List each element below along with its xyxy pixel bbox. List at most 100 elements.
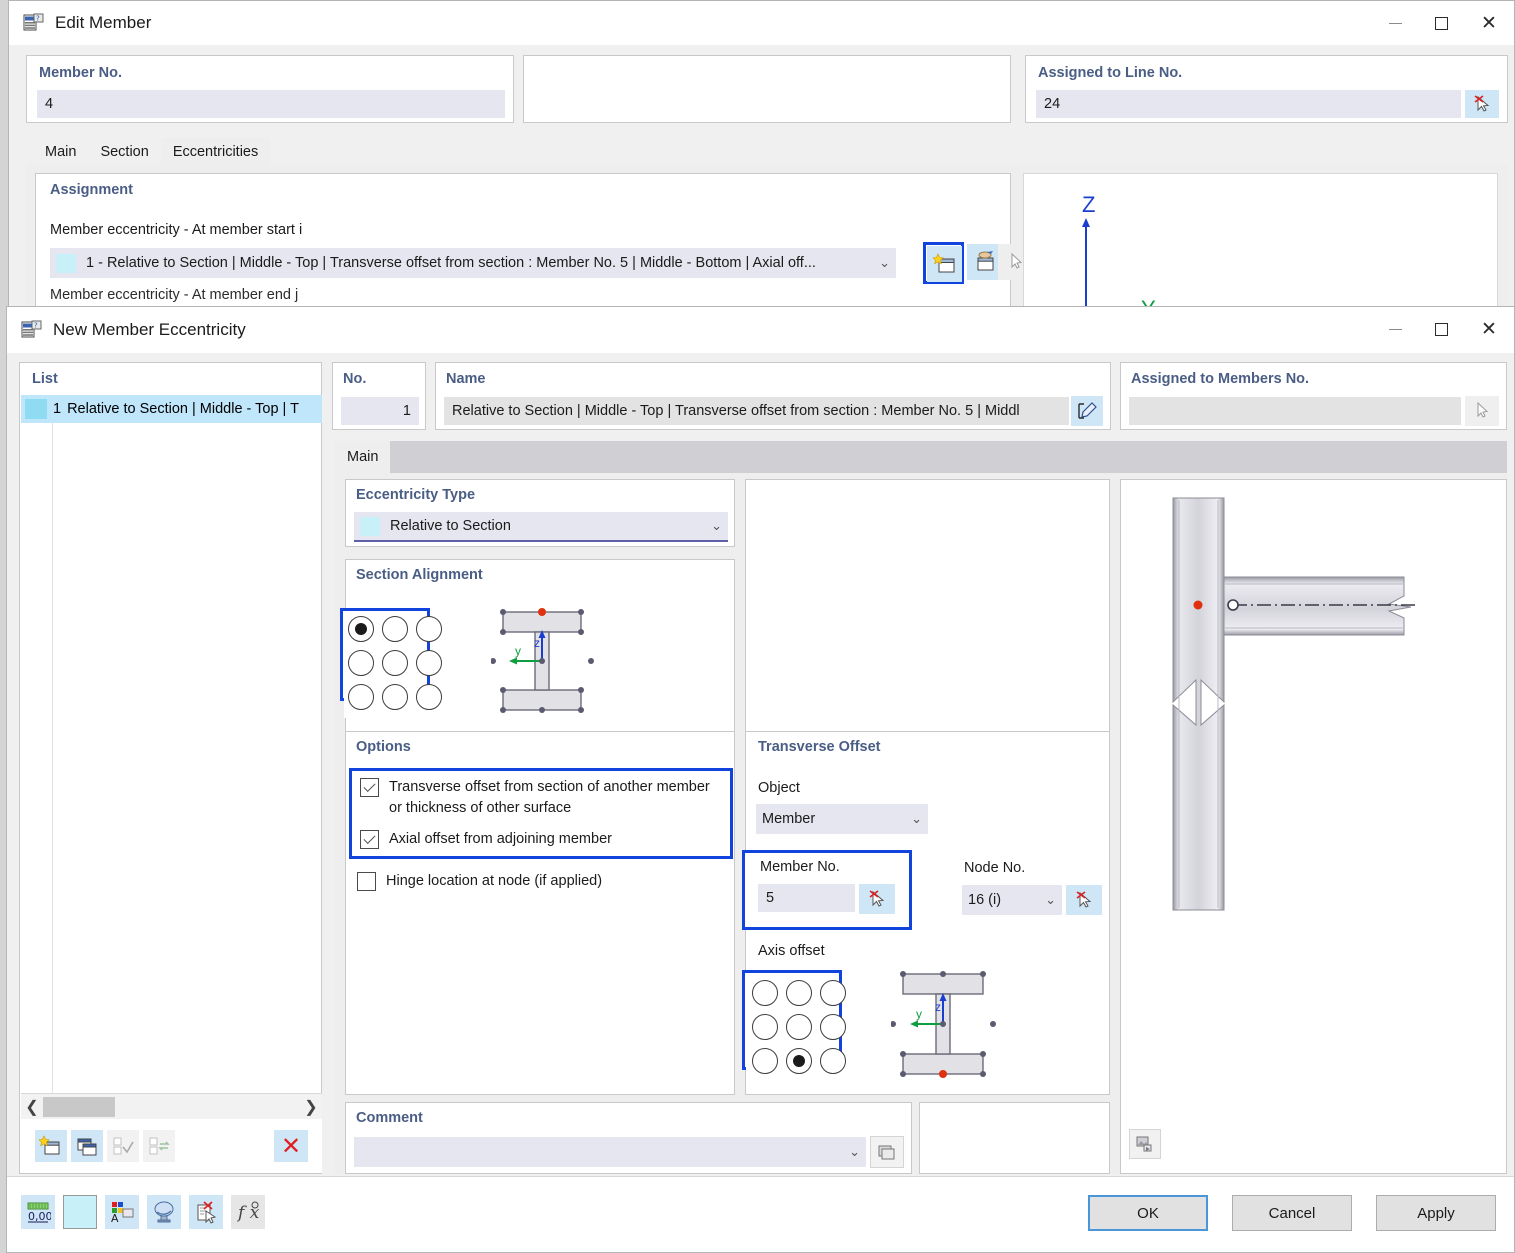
node-no-combo[interactable]: 16 (i) ⌄ <box>962 885 1062 915</box>
new-eccentricity-titlebar[interactable]: ? New Member Eccentricity ✕ <box>7 307 1514 353</box>
align-cell-0-2[interactable] <box>416 616 442 642</box>
no-input[interactable]: 1 <box>341 397 419 425</box>
pick-cursor-icon[interactable] <box>1465 396 1499 426</box>
tab-main[interactable]: Main <box>33 138 88 166</box>
tab-main-label: Main <box>45 144 77 160</box>
comment-combo[interactable]: ⌄ <box>354 1137 866 1167</box>
section-alignment-title: Section Alignment <box>356 567 483 583</box>
axis-cell-2-1[interactable] <box>786 1048 812 1074</box>
axis-offset-grid[interactable] <box>746 974 846 1084</box>
apply-button[interactable]: Apply <box>1376 1195 1496 1231</box>
rename-icon[interactable] <box>1071 396 1103 426</box>
cancel-button[interactable]: Cancel <box>1232 1195 1352 1231</box>
object-combo[interactable]: Member ⌄ <box>756 804 928 834</box>
maximize-icon[interactable] <box>1418 1 1464 45</box>
units-icon[interactable]: 0,00 <box>21 1195 55 1229</box>
scroll-left-icon[interactable]: ❮ <box>21 1097 43 1117</box>
edit-member-preview[interactable]: Z Y <box>1023 173 1498 321</box>
scroll-right-icon[interactable]: ❯ <box>300 1097 322 1117</box>
align-cell-0-1[interactable] <box>382 616 408 642</box>
new-eccentricity-highlight <box>923 242 964 284</box>
eccentricity-preview-panel[interactable] <box>1120 479 1507 1174</box>
chevron-down-icon[interactable]: ⌄ <box>911 811 922 827</box>
pick-line-icon[interactable] <box>1465 90 1499 118</box>
model-view-icon[interactable] <box>147 1195 181 1229</box>
display-properties-icon[interactable]: A <box>105 1195 139 1229</box>
close-icon[interactable]: ✕ <box>1464 1 1514 45</box>
eccentricity-type-title: Eccentricity Type <box>356 487 476 503</box>
svg-text:z: z <box>935 1000 941 1014</box>
new-eccentricity-title: New Member Eccentricity <box>53 319 246 339</box>
member-eccentricity-start-combo[interactable]: 1 - Relative to Section | Middle - Top |… <box>50 248 896 278</box>
member-no-input[interactable]: 4 <box>37 90 505 118</box>
axis-cell-1-0[interactable] <box>752 1014 778 1040</box>
maximize-icon[interactable] <box>1418 307 1464 351</box>
section-alignment-diagram: z y <box>490 602 601 722</box>
svg-text:y: y <box>916 1007 922 1021</box>
align-cell-2-0[interactable] <box>348 684 374 710</box>
tab-section[interactable]: Section <box>88 138 160 166</box>
edit-eccentricity-icon[interactable] <box>967 244 1002 280</box>
new-item-icon[interactable] <box>35 1130 67 1162</box>
dialog-buttons: OK Cancel Apply <box>1088 1195 1496 1231</box>
tab-eccentricities[interactable]: Eccentricities <box>160 138 271 166</box>
chevron-down-icon[interactable]: ⌄ <box>879 255 890 271</box>
delete-item-icon[interactable]: ✕ <box>274 1130 308 1162</box>
transverse-offset-panel: Transverse Offset Object Member ⌄ Member… <box>742 731 1110 1095</box>
align-cell-2-2[interactable] <box>416 684 442 710</box>
eccentricity-type-combo[interactable]: Relative to Section ⌄ <box>354 512 728 542</box>
axis-cell-0-0[interactable] <box>752 980 778 1006</box>
axial-offset-checkbox[interactable] <box>360 830 379 849</box>
align-cell-2-1[interactable] <box>382 684 408 710</box>
option-transverse-offset[interactable]: Transverse offset from section of anothe… <box>360 777 726 819</box>
chevron-down-icon[interactable]: ⌄ <box>711 518 722 534</box>
comment-library-icon[interactable] <box>870 1136 904 1168</box>
scrollbar-thumb[interactable] <box>43 1096 115 1117</box>
assigned-line-panel: Assigned to Line No. 24 <box>1025 55 1508 123</box>
align-cell-1-1[interactable] <box>382 650 408 676</box>
axis-cell-1-2[interactable] <box>820 1014 846 1040</box>
copy-item-icon[interactable] <box>71 1130 103 1162</box>
section-alignment-grid[interactable] <box>344 612 442 718</box>
align-cell-0-0[interactable] <box>348 616 374 642</box>
member-no-label: Member No. <box>760 859 840 875</box>
assigned-members-panel: Assigned to Members No. <box>1120 362 1507 430</box>
list-item[interactable]: 1 Relative to Section | Middle - Top | T <box>21 395 322 423</box>
ok-button[interactable]: OK <box>1088 1195 1208 1231</box>
new-eccentricity-icon[interactable] <box>927 246 962 282</box>
axis-cell-0-1[interactable] <box>786 980 812 1006</box>
assigned-members-input[interactable] <box>1129 397 1461 425</box>
options-title: Options <box>356 739 411 755</box>
chevron-down-icon[interactable]: ⌄ <box>849 1144 860 1160</box>
axis-cell-1-1[interactable] <box>786 1014 812 1040</box>
assigned-line-input[interactable]: 24 <box>1036 90 1461 118</box>
close-icon[interactable]: ✕ <box>1464 307 1514 351</box>
axis-cell-2-2[interactable] <box>820 1048 846 1074</box>
member-no-panel: Member No. 4 <box>26 55 514 123</box>
transverse-offset-label: Transverse offset from section of anothe… <box>389 779 710 816</box>
minimize-icon[interactable] <box>1372 1 1418 45</box>
pick-node-icon[interactable] <box>1066 885 1102 915</box>
list-horizontal-scrollbar[interactable]: ❮ ❯ <box>21 1093 322 1119</box>
option-axial-offset[interactable]: Axial offset from adjoining member <box>360 829 726 850</box>
align-cell-1-0[interactable] <box>348 650 374 676</box>
axis-cell-2-0[interactable] <box>752 1048 778 1074</box>
invert-selection-icon <box>143 1130 175 1162</box>
clear-selection-icon[interactable] <box>189 1195 223 1229</box>
edit-member-titlebar[interactable]: ? Edit Member ✕ <box>9 1 1514 45</box>
transverse-offset-checkbox[interactable] <box>360 778 379 797</box>
chevron-down-icon[interactable]: ⌄ <box>1045 892 1056 908</box>
axis-cell-0-2[interactable] <box>820 980 846 1006</box>
align-cell-1-2[interactable] <box>416 650 442 676</box>
hinge-location-checkbox[interactable] <box>357 872 376 891</box>
pick-member-icon[interactable] <box>859 884 895 914</box>
member-no-input[interactable]: 5 <box>758 884 855 912</box>
name-input[interactable]: Relative to Section | Middle - Top | Tra… <box>444 397 1069 425</box>
render-settings-icon[interactable] <box>1129 1129 1161 1159</box>
tab-main[interactable]: Main <box>335 441 391 473</box>
minimize-icon[interactable] <box>1372 307 1418 351</box>
option-hinge-location[interactable]: Hinge location at node (if applied) <box>357 871 723 892</box>
hinge-location-label: Hinge location at node (if applied) <box>386 873 603 889</box>
transverse-offset-title: Transverse Offset <box>758 739 881 755</box>
color-swatch-icon[interactable] <box>63 1195 97 1229</box>
